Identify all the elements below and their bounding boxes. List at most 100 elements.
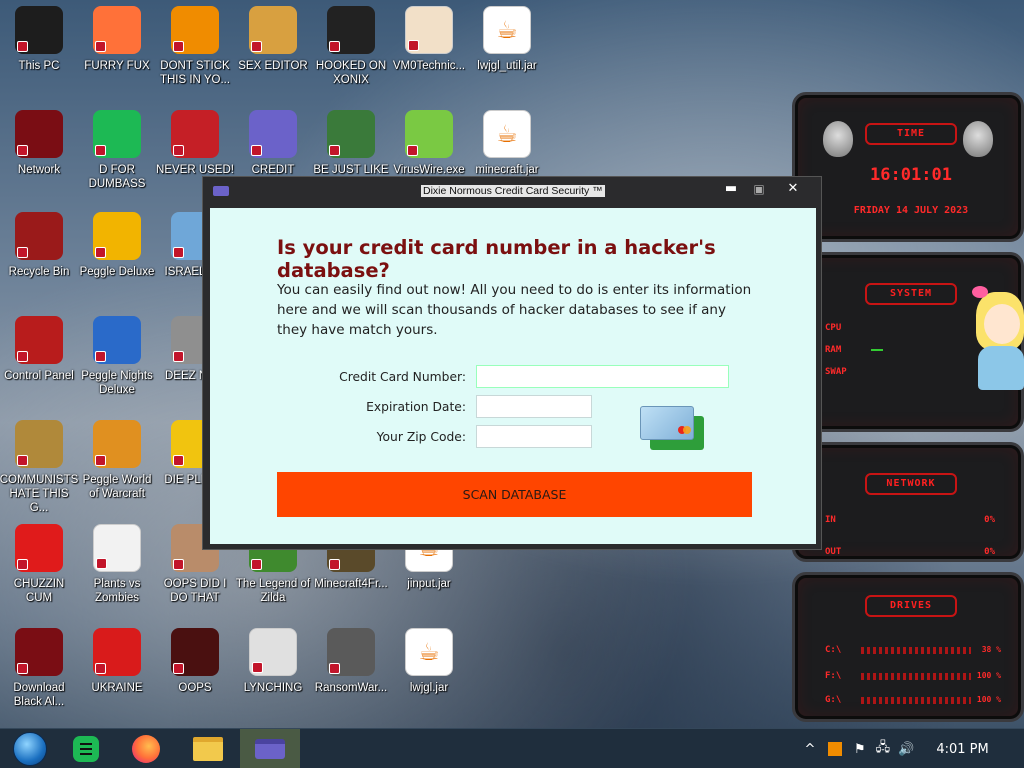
- firefox-icon: [93, 6, 141, 54]
- desktop-icon[interactable]: Recycle Bin: [0, 212, 78, 279]
- system-tray: ^ ⚑ 🖧 🔊 4:01 PM: [802, 729, 989, 768]
- drive-usage-bar: [861, 647, 971, 654]
- ram-bar: [871, 349, 883, 351]
- desktop-icon-label: This PC: [18, 60, 60, 72]
- desktop-icon[interactable]: Peggle World of Warcraft: [78, 420, 156, 501]
- desktop-icon-label: Minecraft4Fr...: [314, 578, 388, 590]
- desktop-icon[interactable]: ☕ lwjgl_util.jar: [468, 6, 546, 73]
- desktop-icon[interactable]: HOOKED ON XONIX: [312, 6, 390, 87]
- desktop-icon[interactable]: Peggle Nights Deluxe: [78, 316, 156, 397]
- flag-icon[interactable]: ⚑: [854, 742, 866, 757]
- desktop-icon-label: OOPS DID I DO THAT: [163, 578, 227, 604]
- desktop-icon-label: Network: [17, 164, 61, 176]
- desktop-icon[interactable]: CHUZZIN CUM: [0, 524, 78, 605]
- start-orb-icon: [13, 732, 47, 766]
- scan-database-button[interactable]: SCAN DATABASE: [277, 472, 752, 517]
- flower-icon: [93, 524, 141, 572]
- desktop-icon-label: D FOR DUMBASS: [88, 164, 146, 190]
- desktop-icon[interactable]: RansomWar...: [312, 628, 390, 695]
- network-icon[interactable]: 🖧: [876, 738, 891, 760]
- rope-icon: [249, 628, 297, 676]
- desktop-icon-label: lwjgl.jar: [409, 682, 449, 694]
- start-button[interactable]: [0, 729, 60, 768]
- taskbar-firefox[interactable]: [116, 729, 176, 768]
- card-number-input[interactable]: [476, 365, 729, 388]
- desktop-icon[interactable]: UKRAINE: [78, 628, 156, 695]
- desktop-icon[interactable]: ☕ minecraft.jar: [468, 110, 546, 177]
- desktop-icon-label: minecraft.jar: [475, 164, 539, 176]
- taskbar-file-explorer[interactable]: [178, 729, 238, 768]
- net-in-label: IN: [825, 515, 836, 525]
- desktop-icon-label: lwjgl_util.jar: [477, 60, 537, 72]
- desktop-icon-label: RansomWar...: [314, 682, 388, 694]
- taskbar-chat-app[interactable]: [56, 729, 116, 768]
- expiration-input[interactable]: [476, 395, 592, 418]
- desktop-icon-label: Peggle World of Warcraft: [82, 474, 152, 500]
- zip-input[interactable]: [476, 425, 592, 448]
- system-title: SYSTEM: [865, 283, 957, 305]
- doctor-icon: [405, 6, 453, 54]
- drive-value: 100 %: [976, 671, 1001, 680]
- drives-title: DRIVES: [865, 595, 957, 617]
- desktop-icon-label: jinput.jar: [407, 578, 451, 590]
- desktop-icon[interactable]: Network: [0, 110, 78, 177]
- chevron-up-icon[interactable]: ^: [802, 742, 818, 757]
- desktop-icon[interactable]: Peggle Deluxe: [78, 212, 156, 279]
- alien-icon: [15, 628, 63, 676]
- desktop-icon-label: FURRY FUX: [84, 60, 150, 72]
- desktop-icon[interactable]: OOPS: [156, 628, 234, 695]
- net-in-value: 0%: [984, 515, 995, 525]
- desktop-icon-label: Peggle Deluxe: [79, 266, 155, 278]
- maximize-button[interactable]: ▣: [749, 181, 769, 197]
- desktop-icon[interactable]: SEX EDITOR: [234, 6, 312, 73]
- credit-cards-icon: [640, 404, 710, 452]
- system-monitor-widget: TIME 16:01:01 FRIDAY 14 JULY 2023 SYSTEM…: [792, 92, 1024, 722]
- desktop-icon-label: COMMUNISTS HATE THIS G...: [0, 474, 79, 514]
- time-readout: 16:01:01: [870, 165, 952, 185]
- desktop-icon[interactable]: LYNCHING: [234, 628, 312, 695]
- desktop-icon[interactable]: This PC: [0, 6, 78, 73]
- desktop-icon[interactable]: D FOR DUMBASS: [78, 110, 156, 191]
- window-content: Is your credit card number in a hacker's…: [210, 208, 816, 544]
- window-title: Dixie Normous Credit Card Security ™: [421, 185, 605, 197]
- peggle-icon: [93, 420, 141, 468]
- volume-icon[interactable]: 🔊: [898, 742, 914, 757]
- peggle-icon: [93, 316, 141, 364]
- expiration-label: Expiration Date:: [366, 400, 466, 414]
- desktop-icon[interactable]: DONT STICK THIS IN YO...: [156, 6, 234, 87]
- app-icon: [171, 628, 219, 676]
- desktop-icon[interactable]: NEVER USED!: [156, 110, 234, 177]
- desktop-icon[interactable]: ☕ lwjgl.jar: [390, 628, 468, 695]
- desktop-icon[interactable]: COMMUNISTS HATE THIS G...: [0, 420, 78, 515]
- network-title: NETWORK: [865, 473, 957, 495]
- desktop-icon[interactable]: Download Black Al...: [0, 628, 78, 709]
- chuzzle-icon: [15, 524, 63, 572]
- minimize-button[interactable]: ▬: [721, 181, 741, 197]
- lime-icon: [405, 110, 453, 158]
- taskbar-credit-card-checker[interactable]: [240, 729, 300, 768]
- desktop-icon[interactable]: VirusWire.exe: [390, 110, 468, 177]
- desktop-icon-label: NEVER USED!: [156, 164, 234, 176]
- desktop-icon-label: SEX EDITOR: [238, 60, 308, 72]
- desktop-icon[interactable]: Plants vs Zombies: [78, 524, 156, 605]
- desktop-icon[interactable]: VM0Technic...: [390, 6, 468, 73]
- cartoon-character-image: [968, 286, 1024, 390]
- page-title: Is your credit card number in a hacker's…: [277, 236, 716, 282]
- drive-label: F:\: [825, 671, 842, 681]
- drive-label: C:\: [825, 645, 842, 655]
- close-button[interactable]: ✕: [783, 181, 803, 197]
- app-tray-icon[interactable]: [828, 742, 842, 756]
- credit-card-icon: [249, 110, 297, 158]
- window-titlebar[interactable]: Dixie Normous Credit Card Security ™ ▬ ▣…: [203, 177, 821, 199]
- net-out-label: OUT: [825, 547, 842, 557]
- card-number-label: Credit Card Number:: [339, 370, 466, 384]
- clock[interactable]: 4:01 PM: [936, 742, 988, 757]
- taskbar: ^ ⚑ 🖧 🔊 4:01 PM: [0, 728, 1024, 768]
- desktop-icon-label: HOOKED ON XONIX: [315, 60, 387, 86]
- desktop-icon[interactable]: FURRY FUX: [78, 6, 156, 73]
- ram-label: RAM: [825, 345, 842, 355]
- desktop-icon[interactable]: Control Panel: [0, 316, 78, 383]
- firefox-icon: [132, 735, 160, 763]
- description-text: You can easily find out now! All you nee…: [277, 282, 752, 338]
- java-icon: ☕: [405, 628, 453, 676]
